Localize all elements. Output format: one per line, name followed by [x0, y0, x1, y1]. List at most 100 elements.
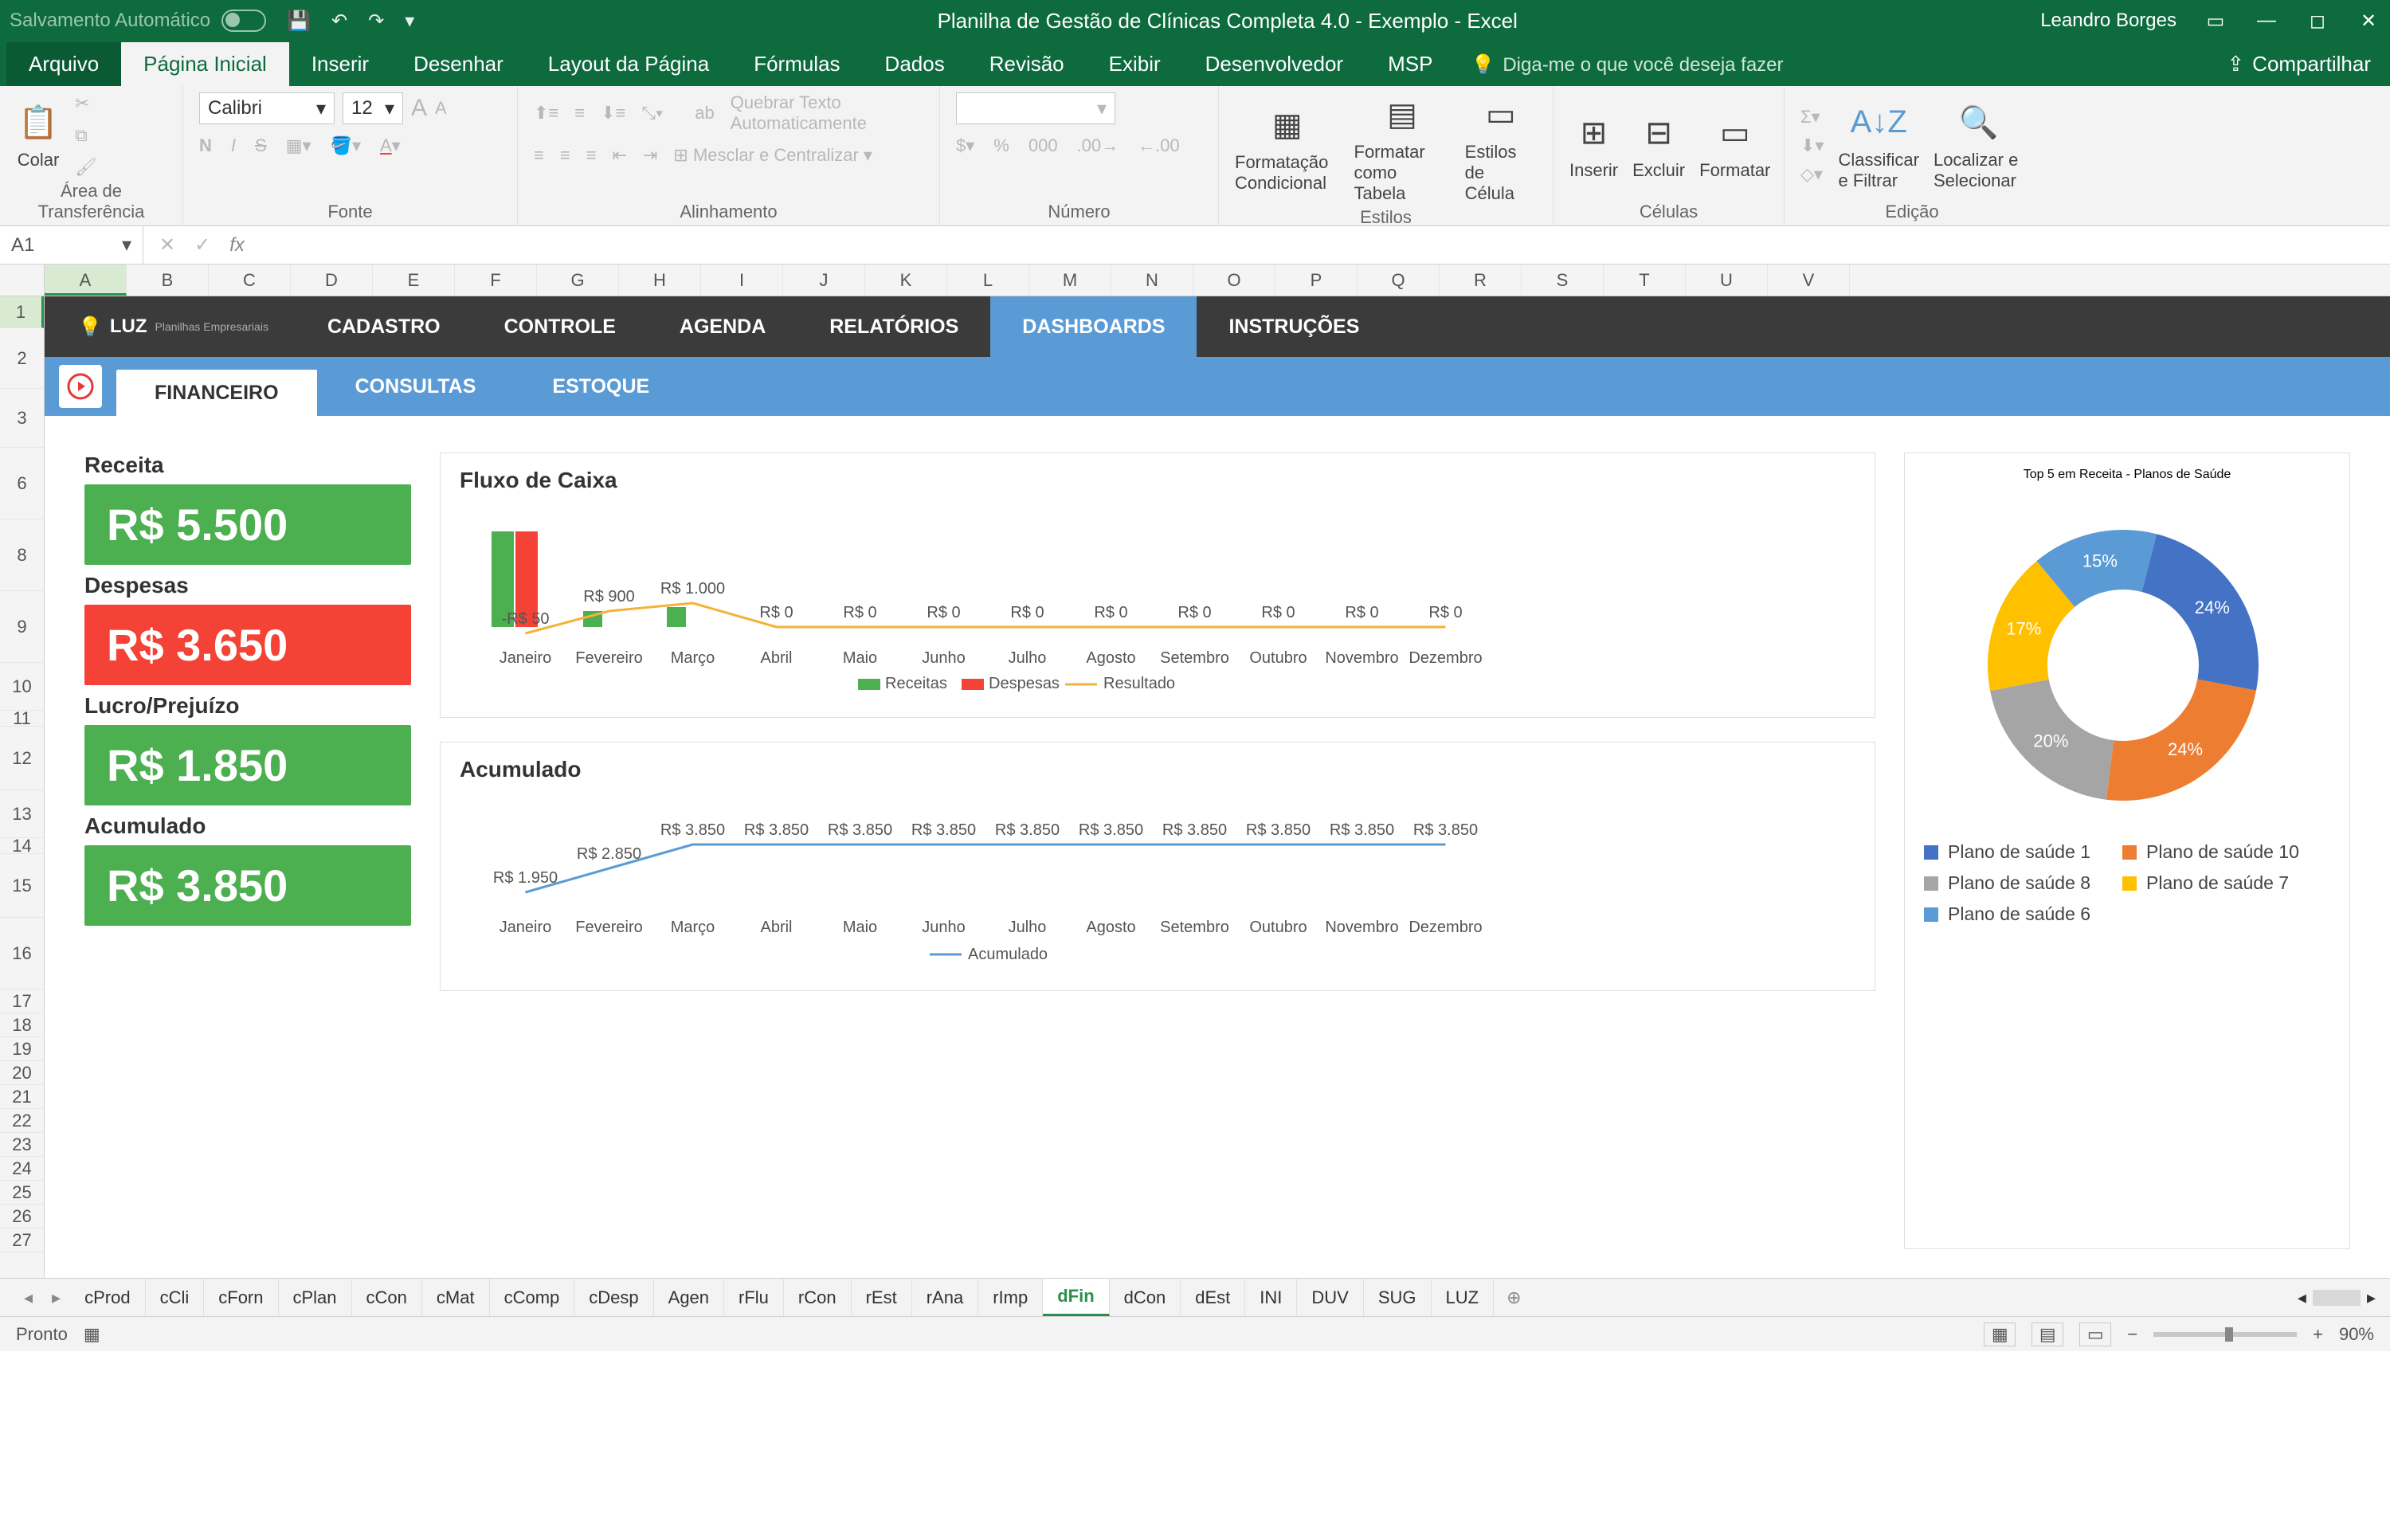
- col-B[interactable]: B: [127, 265, 209, 296]
- column-headers[interactable]: ABCDEFGHIJKLMNOPQRSTUV: [0, 265, 2390, 296]
- col-R[interactable]: R: [1440, 265, 1522, 296]
- sheet-tab-cDesp[interactable]: cDesp: [574, 1279, 653, 1316]
- align-middle-icon[interactable]: ≡: [574, 103, 585, 123]
- zoom-in-icon[interactable]: +: [2313, 1324, 2323, 1345]
- row-3[interactable]: 3: [0, 389, 44, 448]
- align-right-icon[interactable]: ≡: [586, 145, 597, 166]
- sheet-nav-next-icon[interactable]: ▸: [42, 1287, 70, 1308]
- col-V[interactable]: V: [1768, 265, 1850, 296]
- row-21[interactable]: 21: [0, 1085, 44, 1109]
- redo-icon[interactable]: ↷: [368, 10, 384, 33]
- copy-icon[interactable]: ⧉: [75, 125, 97, 146]
- sheet-tab-dCon[interactable]: dCon: [1110, 1279, 1181, 1316]
- developer-tab[interactable]: Desenvolvedor: [1183, 42, 1365, 86]
- col-D[interactable]: D: [291, 265, 373, 296]
- col-L[interactable]: L: [947, 265, 1029, 296]
- row-11[interactable]: 11: [0, 711, 44, 727]
- sheet-tab-rEst[interactable]: rEst: [852, 1279, 912, 1316]
- conditional-formatting-button[interactable]: ▦Formatação Condicional: [1235, 103, 1340, 194]
- format-painter-icon[interactable]: 🖌: [75, 157, 97, 178]
- italic-icon[interactable]: I: [231, 135, 236, 156]
- row-20[interactable]: 20: [0, 1061, 44, 1085]
- format-as-table-button[interactable]: ▤Formatar como Tabela: [1354, 92, 1451, 204]
- row-8[interactable]: 8: [0, 519, 44, 591]
- subnav-consultas[interactable]: CONSULTAS: [317, 363, 515, 409]
- col-T[interactable]: T: [1604, 265, 1686, 296]
- row-27[interactable]: 27: [0, 1228, 44, 1252]
- toggle-off-icon[interactable]: [221, 10, 266, 32]
- col-Q[interactable]: Q: [1358, 265, 1440, 296]
- col-C[interactable]: C: [209, 265, 291, 296]
- decrease-decimal-icon[interactable]: ←.00: [1138, 135, 1180, 156]
- tellme-search[interactable]: 💡 Diga-me o que você deseja fazer: [1471, 53, 1783, 86]
- row-22[interactable]: 22: [0, 1109, 44, 1133]
- clear-icon[interactable]: ◇▾: [1800, 164, 1824, 185]
- page-layout-view-icon[interactable]: ▤: [2032, 1323, 2063, 1346]
- row-25[interactable]: 25: [0, 1181, 44, 1205]
- home-tab[interactable]: Página Inicial: [121, 42, 289, 86]
- font-select[interactable]: Calibri ▾: [199, 92, 335, 124]
- align-left-icon[interactable]: ≡: [534, 145, 544, 166]
- currency-icon[interactable]: $▾: [956, 135, 974, 156]
- sheet-tab-rCon[interactable]: rCon: [784, 1279, 852, 1316]
- row-14[interactable]: 14: [0, 838, 44, 854]
- percent-icon[interactable]: %: [993, 135, 1009, 156]
- sheet-tab-cCon[interactable]: cCon: [352, 1279, 422, 1316]
- sheet-tab-LUZ[interactable]: LUZ: [1432, 1279, 1495, 1316]
- fill-icon[interactable]: ⬇▾: [1800, 135, 1824, 156]
- sheet-tab-SUG[interactable]: SUG: [1364, 1279, 1432, 1316]
- col-E[interactable]: E: [373, 265, 455, 296]
- autosave-toggle[interactable]: Salvamento Automático: [10, 10, 266, 32]
- row-13[interactable]: 13: [0, 790, 44, 838]
- col-U[interactable]: U: [1686, 265, 1768, 296]
- merge-button[interactable]: ⊞ Mesclar e Centralizar ▾: [673, 145, 872, 166]
- sheet-tab-dEst[interactable]: dEst: [1181, 1279, 1245, 1316]
- draw-tab[interactable]: Desenhar: [391, 42, 526, 86]
- orientation-icon[interactable]: ⤡▾: [641, 103, 663, 123]
- col-K[interactable]: K: [865, 265, 947, 296]
- new-sheet-icon[interactable]: ⊕: [1494, 1287, 1534, 1308]
- font-size-select[interactable]: 12 ▾: [343, 92, 403, 124]
- page-break-view-icon[interactable]: ▭: [2079, 1323, 2111, 1346]
- normal-view-icon[interactable]: ▦: [1984, 1323, 2016, 1346]
- name-box[interactable]: A1▾: [0, 226, 143, 264]
- sheet-tab-cComp[interactable]: cComp: [490, 1279, 575, 1316]
- sheet-tab-rAna[interactable]: rAna: [912, 1279, 978, 1316]
- row-16[interactable]: 16: [0, 918, 44, 989]
- bold-icon[interactable]: N: [199, 135, 212, 156]
- underline-icon[interactable]: S: [255, 135, 267, 156]
- sheet-tab-Agen[interactable]: Agen: [654, 1279, 724, 1316]
- increase-font-icon[interactable]: A: [411, 95, 427, 122]
- subnav-estoque[interactable]: ESTOQUE: [514, 363, 688, 409]
- row-2[interactable]: 2: [0, 328, 44, 389]
- col-A[interactable]: A: [45, 265, 127, 296]
- decrease-font-icon[interactable]: A: [435, 98, 447, 119]
- layout-tab[interactable]: Layout da Página: [526, 42, 731, 86]
- row-15[interactable]: 15: [0, 854, 44, 918]
- nav-relatorios[interactable]: RELATÓRIOS: [797, 296, 990, 357]
- sheet-tab-cForn[interactable]: cForn: [204, 1279, 278, 1316]
- increase-indent-icon[interactable]: ⇥: [643, 145, 657, 166]
- col-M[interactable]: M: [1029, 265, 1111, 296]
- macro-record-icon[interactable]: ▦: [84, 1324, 100, 1345]
- align-center-icon[interactable]: ≡: [560, 145, 570, 166]
- data-tab[interactable]: Dados: [863, 42, 967, 86]
- sheet-tab-rImp[interactable]: rImp: [978, 1279, 1043, 1316]
- worksheet-area[interactable]: 💡 LUZ Planilhas Empresariais CADASTRO CO…: [45, 296, 2390, 1278]
- maximize-icon[interactable]: ◻: [2306, 10, 2329, 33]
- delete-cells-button[interactable]: ⊟Excluir: [1632, 111, 1685, 181]
- col-F[interactable]: F: [455, 265, 537, 296]
- cut-icon[interactable]: ✂: [75, 93, 97, 114]
- enter-formula-icon[interactable]: ✓: [194, 233, 210, 257]
- user-name[interactable]: Leandro Borges: [2040, 10, 2176, 32]
- row-6[interactable]: 6: [0, 448, 44, 519]
- zoom-level[interactable]: 90%: [2339, 1324, 2374, 1345]
- row-19[interactable]: 19: [0, 1037, 44, 1061]
- format-cells-button[interactable]: ▭Formatar: [1699, 111, 1770, 181]
- undo-icon[interactable]: ↶: [331, 10, 347, 33]
- align-top-icon[interactable]: ⬆≡: [534, 103, 558, 123]
- ribbon-options-icon[interactable]: ▭: [2204, 10, 2227, 33]
- number-format-select[interactable]: ▾: [956, 92, 1115, 124]
- select-all-corner[interactable]: [0, 265, 45, 296]
- sheet-nav-prev-icon[interactable]: ◂: [14, 1287, 42, 1308]
